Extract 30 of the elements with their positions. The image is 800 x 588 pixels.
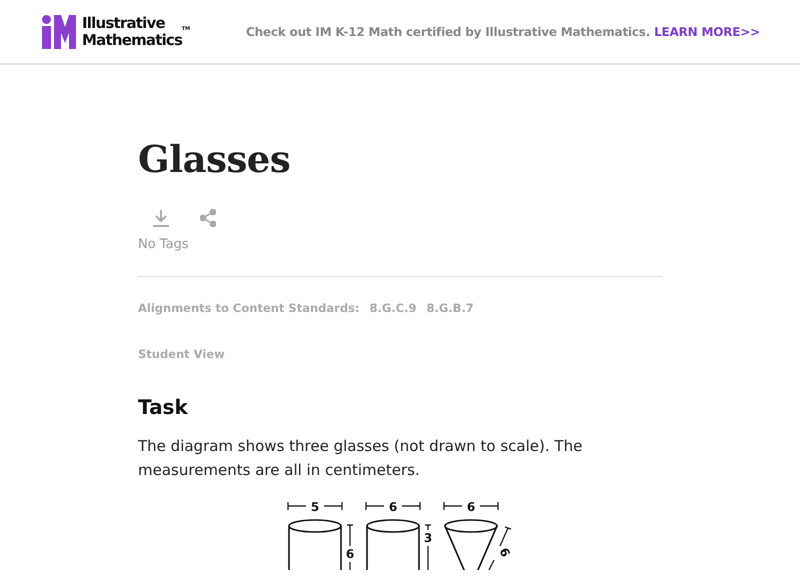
height-label: 6 [346, 547, 354, 561]
download-icon[interactable] [152, 209, 170, 227]
height-marker [424, 524, 432, 570]
page-title: Glasses [138, 137, 292, 181]
width-marker [287, 501, 343, 511]
learn-more-link[interactable]: LEARN MORE>> [654, 24, 760, 38]
standard-link[interactable]: 8.G.C.9 [370, 301, 416, 315]
slant-marker [487, 526, 512, 570]
logo-text: Illustrative [82, 14, 166, 32]
promo-text: Check out IM K-12 Math certified by Illustrative Mathematics. [246, 24, 650, 38]
cylinder-drawing [366, 519, 420, 570]
logo-icon[interactable] [42, 14, 78, 48]
width-marker [443, 501, 499, 511]
width-label: 6 [466, 500, 476, 514]
cone-drawing [444, 519, 498, 570]
tags-text: No Tags [138, 237, 190, 252]
height-label: 3 [424, 531, 432, 545]
share-icon[interactable] [200, 209, 216, 227]
task-text: The diagram shows three glasses (not drawn to scale). The measurements are all in centimeters. [138, 436, 584, 481]
standard-link[interactable]: 8.G.B.7 [426, 301, 474, 315]
height-marker [346, 524, 354, 570]
task-heading: Task [138, 394, 189, 420]
width-marker [365, 501, 421, 511]
slant-label: 6 [496, 546, 513, 560]
cylinder-drawing [288, 519, 342, 570]
student-view-link[interactable]: Student View [138, 347, 225, 361]
logo-text: Mathematics [82, 32, 182, 48]
width-label: 5 [310, 500, 320, 514]
alignments-label: Alignments to Content Standards: [138, 301, 360, 315]
width-label: 6 [388, 500, 398, 514]
